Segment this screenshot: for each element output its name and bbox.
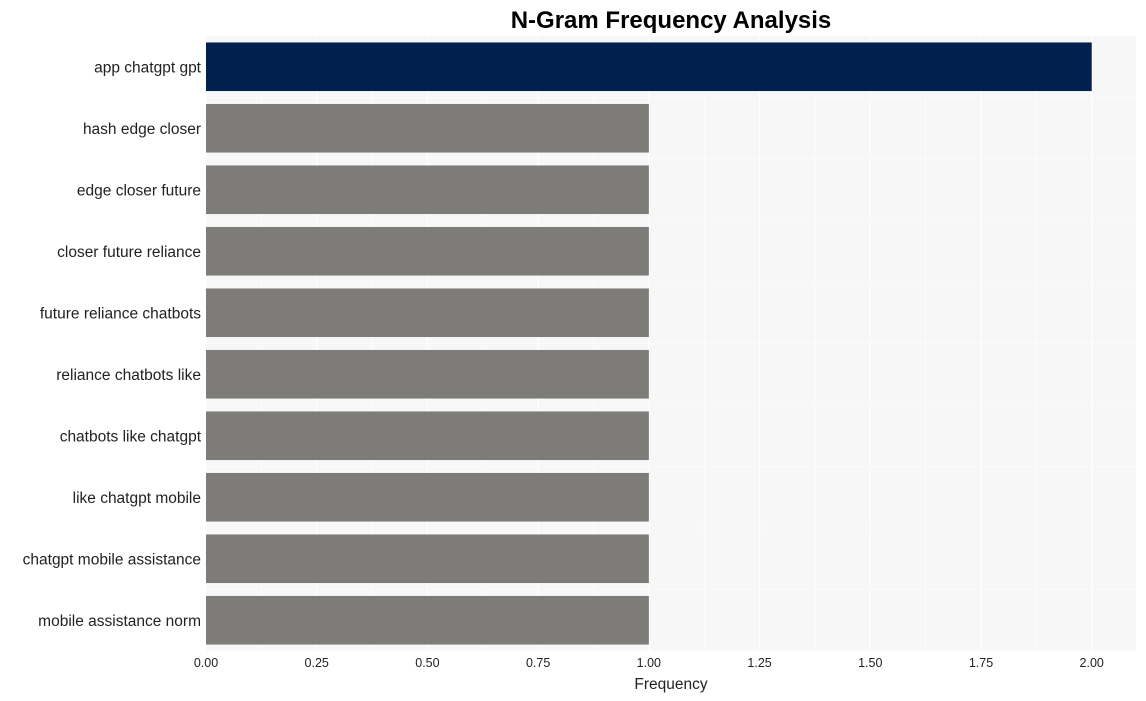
chart: N-Gram Frequency Analysis app chatgpt gp… [23, 7, 1136, 693]
y-tick-label: reliance chatbots like [56, 367, 201, 384]
y-tick-label: chatbots like chatgpt [60, 428, 202, 445]
bar [206, 472, 649, 522]
y-tick-label: edge closer future [77, 182, 201, 199]
y-tick-label: like chatgpt mobile [73, 490, 201, 507]
x-axis-ticks: 0.00 0.25 0.50 0.75 1.00 1.25 1.50 1.75 2.00 [194, 656, 1104, 670]
x-tick-label: 1.25 [747, 656, 771, 670]
chart-title: N-Gram Frequency Analysis [511, 7, 832, 34]
x-tick-label: 0.50 [415, 656, 439, 670]
bar [206, 349, 649, 399]
x-tick-label: 1.50 [858, 656, 882, 670]
bar [206, 42, 1092, 92]
bar [206, 411, 649, 461]
bar [206, 288, 649, 338]
bar [206, 226, 649, 276]
y-tick-label: hash edge closer [83, 121, 201, 138]
y-tick-label: chatgpt mobile assistance [23, 551, 201, 568]
y-tick-label: future reliance chatbots [40, 305, 201, 322]
x-tick-label: 1.00 [637, 656, 661, 670]
bar [206, 165, 649, 215]
bar [206, 534, 649, 584]
x-tick-label: 0.25 [305, 656, 329, 670]
x-tick-label: 2.00 [1080, 656, 1104, 670]
y-tick-label: mobile assistance norm [38, 613, 201, 630]
x-tick-label: 0.00 [194, 656, 218, 670]
bar [206, 103, 649, 153]
bar [206, 595, 649, 645]
y-axis-labels: app chatgpt gpt hash edge closer edge clos… [23, 59, 202, 630]
y-tick-label: app chatgpt gpt [94, 59, 202, 76]
y-tick-label: closer future reliance [57, 244, 201, 261]
x-tick-label: 1.75 [969, 656, 993, 670]
x-axis-label: Frequency [634, 676, 707, 693]
x-tick-label: 0.75 [526, 656, 550, 670]
